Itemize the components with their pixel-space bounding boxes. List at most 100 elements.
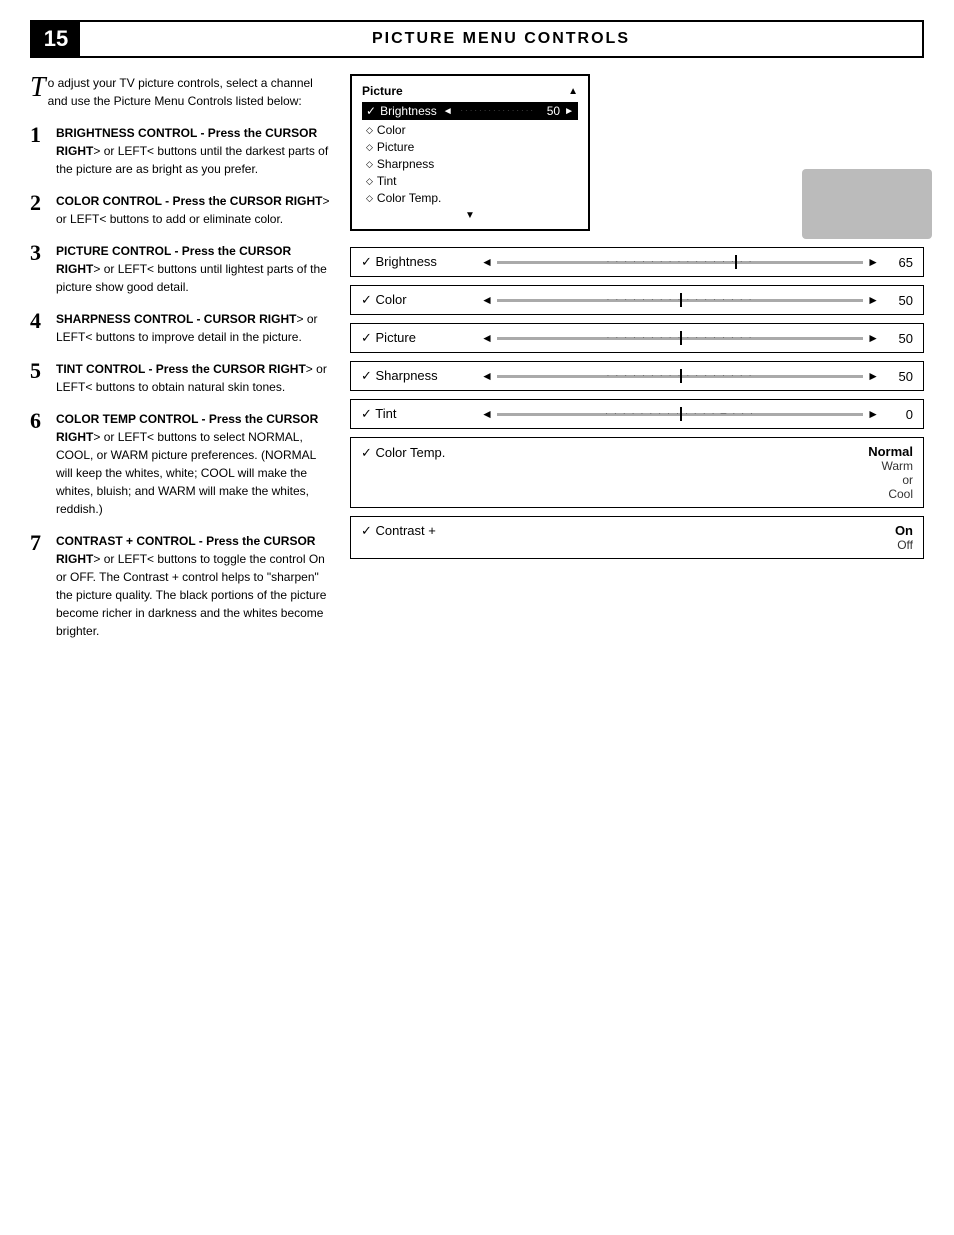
picture-check-icon: ✓ [361,330,376,345]
color-temp-warm[interactable]: Warm [881,459,913,473]
brightness-label: ✓ Brightness [361,254,481,270]
tint-track-area: ◄ · · · · · · · · · · · · · ─ · · · ► 0 [481,407,913,422]
menu-item-color[interactable]: ◇ Color [362,122,578,138]
color-left-arrow[interactable]: ◄ [481,293,493,307]
menu-slider-value: 50 [547,104,560,118]
menu-slider-dots: ················ [453,107,543,115]
menu-screenshot-wrapper: Picture ▲ ✓ Brightness ◄ ···············… [350,74,924,231]
menu-up-arrow: ▲ [568,86,578,97]
tint-check-icon: ✓ [361,406,375,421]
menu-screenshot: Picture ▲ ✓ Brightness ◄ ···············… [350,74,590,231]
sharpness-thumb[interactable] [680,369,682,383]
color-thumb[interactable] [680,293,682,307]
color-temp-label: ✓ Color Temp. [361,444,481,461]
brightness-thumb[interactable] [735,255,737,269]
tint-right-arrow[interactable]: ► [867,407,879,421]
sharpness-label: ✓ Sharpness [361,368,481,384]
page-number: 15 [32,22,80,56]
instruction-3: 3 PICTURE CONTROL - Press the CURSOR RIG… [30,242,330,296]
tint-value: 0 [883,407,913,422]
tint-left-arrow[interactable]: ◄ [481,407,493,421]
diamond-icon-color: ◇ [366,125,373,136]
color-temp-cool[interactable]: Cool [888,487,913,501]
tint-thumb[interactable] [680,407,682,421]
picture-control: ✓ Picture ◄ · · · · · · · · · · · · · · … [350,323,924,353]
brightness-value: 65 [883,255,913,270]
picture-right-arrow[interactable]: ► [867,331,879,345]
brightness-control: ✓ Brightness ◄ · · · · · · · · · · · · ·… [350,247,924,277]
brightness-track-area: ◄ · · · · · · · · · · · · · · · · · ► 65 [481,255,913,270]
color-temp-control: ✓ Color Temp. Normal Warm or Cool [350,437,924,508]
instruction-number-5: 5 [30,360,48,396]
menu-right-arrow-icon: ► [564,106,574,117]
instruction-1: 1 BRIGHTNESS CONTROL - Press the CURSOR … [30,124,330,178]
color-temp-values: Normal Warm or Cool [481,444,913,501]
sharpness-left-arrow[interactable]: ◄ [481,369,493,383]
color-track[interactable]: · · · · · · · · · · · · · · · · · [497,299,863,302]
contrast-plus-values: On Off [481,523,913,552]
menu-left-arrow-icon: ◄ [443,106,453,117]
color-control: ✓ Color ◄ · · · · · · · · · · · · · · · … [350,285,924,315]
instruction-4: 4 SHARPNESS CONTROL - CURSOR RIGHT> or L… [30,310,330,346]
menu-sharpness-label: Sharpness [377,157,434,171]
brightness-check-icon: ✓ [361,254,376,269]
instruction-text-6: COLOR TEMP CONTROL - Press the CURSOR RI… [56,410,330,518]
picture-track[interactable]: · · · · · · · · · · · · · · · · · [497,337,863,340]
instruction-text-7: CONTRAST + CONTROL - Press the CURSOR RI… [56,532,330,640]
menu-item-brightness-highlighted[interactable]: ✓ Brightness ◄ ················ 50 ► [362,102,578,120]
sharpness-right-arrow[interactable]: ► [867,369,879,383]
picture-label: ✓ Picture [361,330,481,346]
color-right-arrow[interactable]: ► [867,293,879,307]
menu-item-colortemp[interactable]: ◇ Color Temp. [362,190,578,206]
instruction-text-4: SHARPNESS CONTROL - CURSOR RIGHT> or LEF… [56,310,330,346]
color-temp-check-icon: ✓ [361,445,376,460]
instruction-text-1: BRIGHTNESS CONTROL - Press the CURSOR RI… [56,124,330,178]
diamond-icon-picture: ◇ [366,142,373,153]
color-temp-or: or [902,473,913,487]
instruction-number-4: 4 [30,310,48,346]
menu-shadow [802,169,932,239]
diamond-icon-colortemp: ◇ [366,193,373,204]
intro-paragraph: To adjust your TV picture controls, sele… [30,74,330,110]
contrast-plus-off[interactable]: Off [897,538,913,552]
picture-thumb[interactable] [680,331,682,345]
instruction-text-3: PICTURE CONTROL - Press the CURSOR RIGHT… [56,242,330,296]
menu-down-arrow: ▼ [362,210,578,221]
picture-left-arrow[interactable]: ◄ [481,331,493,345]
controls-column: Picture ▲ ✓ Brightness ◄ ···············… [350,74,924,654]
intro-text: o adjust your TV picture controls, selec… [48,76,313,108]
drop-cap: T [30,74,46,102]
instruction-2: 2 COLOR CONTROL - Press the CURSOR RIGHT… [30,192,330,228]
menu-colortemp-label: Color Temp. [377,191,441,205]
color-track-area: ◄ · · · · · · · · · · · · · · · · · ► 50 [481,293,913,308]
menu-item-picture[interactable]: ◇ Picture [362,139,578,155]
contrast-plus-on[interactable]: On [895,523,913,538]
instruction-7: 7 CONTRAST + CONTROL - Press the CURSOR … [30,532,330,640]
instruction-number-1: 1 [30,124,48,178]
menu-color-label: Color [377,123,406,137]
instruction-text-5: TINT CONTROL - Press the CURSOR RIGHT> o… [56,360,330,396]
instruction-number-7: 7 [30,532,48,640]
brightness-left-arrow[interactable]: ◄ [481,255,493,269]
picture-track-area: ◄ · · · · · · · · · · · · · · · · · ► 50 [481,331,913,346]
menu-picture-label: Picture [377,140,414,154]
color-temp-selected[interactable]: Normal [868,444,913,459]
contrast-plus-check-icon: ✓ [361,523,376,538]
instruction-6: 6 COLOR TEMP CONTROL - Press the CURSOR … [30,410,330,518]
menu-item-sharpness[interactable]: ◇ Sharpness [362,156,578,172]
diamond-icon-tint: ◇ [366,176,373,187]
color-check-icon: ✓ [361,292,376,307]
brightness-track[interactable]: · · · · · · · · · · · · · · · · · [497,261,863,264]
menu-check-icon: ✓ [366,104,376,118]
instruction-number-6: 6 [30,410,48,518]
menu-header: Picture ▲ [362,84,578,98]
sharpness-track[interactable]: · · · · · · · · · · · · · · · · · [497,375,863,378]
instruction-text-2: COLOR CONTROL - Press the CURSOR RIGHT> … [56,192,330,228]
instruction-number-3: 3 [30,242,48,296]
brightness-right-arrow[interactable]: ► [867,255,879,269]
color-value: 50 [883,293,913,308]
sharpness-track-area: ◄ · · · · · · · · · · · · · · · · · ► 50 [481,369,913,384]
tint-track[interactable]: · · · · · · · · · · · · · ─ · · · [497,413,863,416]
menu-item-tint[interactable]: ◇ Tint [362,173,578,189]
color-label: ✓ Color [361,292,481,308]
